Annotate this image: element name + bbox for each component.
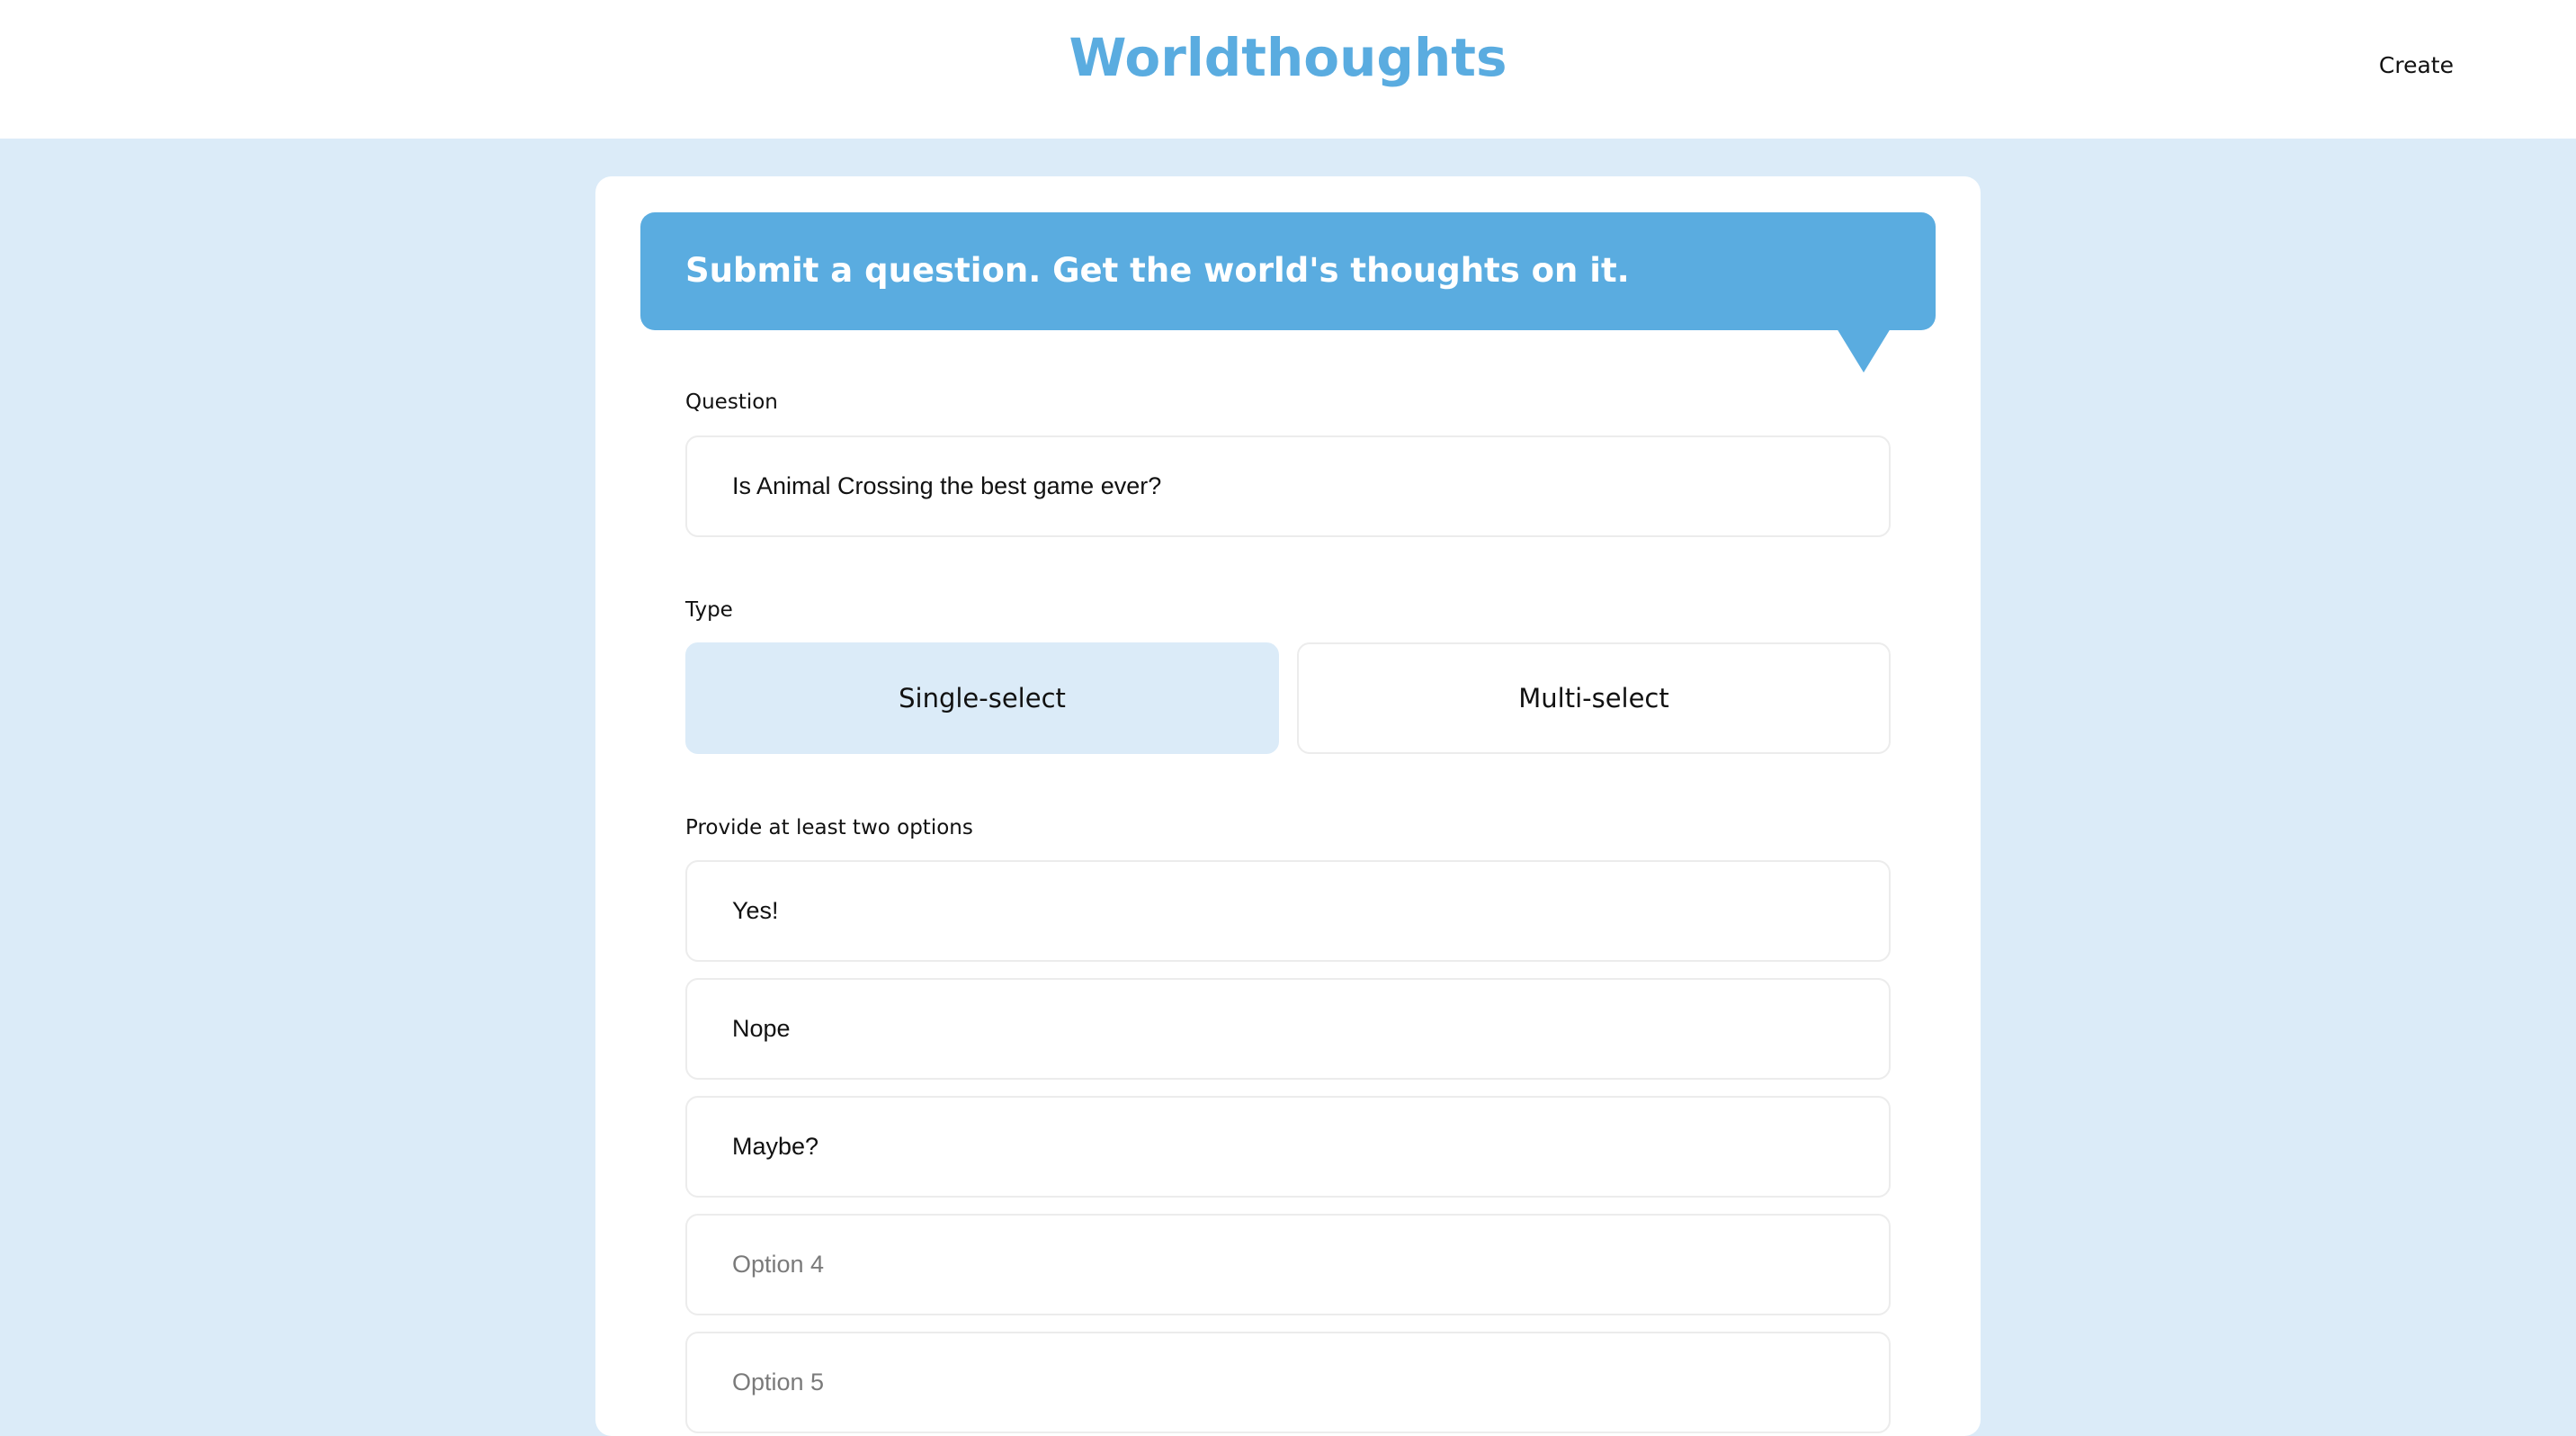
- single-select-button[interactable]: Single-select: [685, 642, 1279, 754]
- question-input[interactable]: [685, 435, 1891, 537]
- option-1-input[interactable]: [685, 860, 1891, 962]
- banner-title: Submit a question. Get the world's thoug…: [685, 251, 1630, 290]
- create-nav-link[interactable]: Create: [2379, 52, 2454, 78]
- question-label: Question: [685, 390, 778, 414]
- option-3-input[interactable]: [685, 1096, 1891, 1198]
- option-5-input[interactable]: [685, 1332, 1891, 1433]
- create-question-card: Submit a question. Get the world's thoug…: [595, 176, 1981, 1436]
- banner-speech-tail: [1837, 328, 1891, 372]
- type-label: Type: [685, 598, 733, 622]
- brand-logo[interactable]: Worldthoughts: [0, 27, 2576, 88]
- option-4-input[interactable]: [685, 1214, 1891, 1315]
- banner: Submit a question. Get the world's thoug…: [640, 212, 1936, 330]
- top-bar: Worldthoughts Create: [0, 0, 2576, 139]
- multi-select-button[interactable]: Multi-select: [1297, 642, 1891, 754]
- options-label: Provide at least two options: [685, 816, 973, 839]
- option-2-input[interactable]: [685, 978, 1891, 1080]
